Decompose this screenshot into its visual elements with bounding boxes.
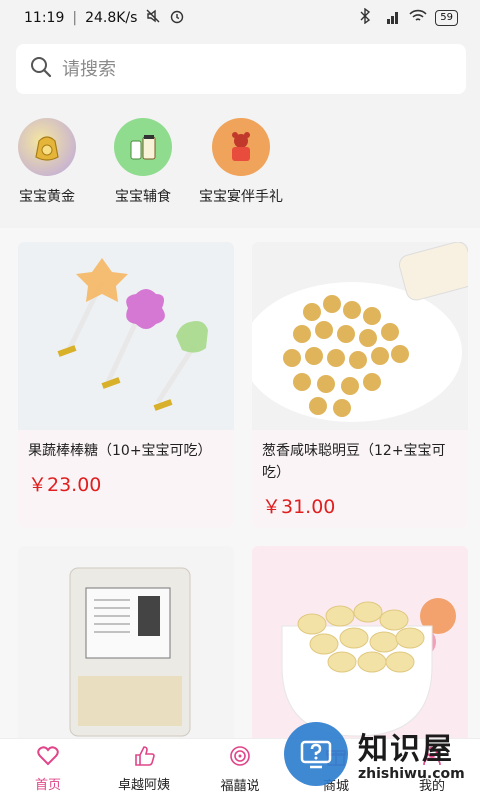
watermark-title: 知识屋 [358,732,454,767]
product-price: ￥31.00 [262,496,336,518]
nav-excellent-nanny[interactable]: 卓越阿姨 [96,739,192,800]
product-image-smart-beans [252,242,468,430]
product-price: ￥23.00 [28,474,102,496]
product-card[interactable]: 葱香咸味聪明豆（12+宝宝可吃） ￥31.00 [252,242,468,528]
search-bar[interactable] [16,44,466,94]
heart-icon [37,746,59,770]
wifi-icon [409,9,427,27]
status-left: 11:19 | 24.8K/s [24,8,185,28]
product-info: 果蔬棒棒糖（10+宝宝可吃） ￥23.00 [18,430,234,528]
cell-signal-icon [379,10,401,27]
baby-food-icon [114,118,172,176]
search-icon[interactable] [30,56,52,82]
network-speed: 24.8K/s [85,10,138,26]
product-name: 果蔬棒棒糖（10+宝宝可吃） [28,443,212,459]
category-label: 宝宝辅食 [115,189,171,205]
nav-label: 卓越阿姨 [117,778,170,793]
product-card[interactable] [18,546,234,738]
product-name: 葱香咸味聪明豆（12+宝宝可吃） [262,443,446,481]
product-info: 葱香咸味聪明豆（12+宝宝可吃） ￥31.00 [252,430,468,528]
category-label: 宝宝宴伴手礼 [199,189,283,205]
product-grid: 果蔬棒棒糖（10+宝宝可吃） ￥23.00 葱香咸味聪明豆（12+宝宝可吃） ￥… [0,228,480,738]
category-row: 宝宝黄金 宝宝辅食 宝宝宴伴手礼 [0,110,480,220]
watermark: 知识屋 zhishiwu.com [282,700,480,800]
question-monitor-icon [284,722,348,786]
category-baby-banquet-gift[interactable]: 宝宝宴伴手礼 [196,118,286,206]
search-input[interactable] [62,58,442,80]
gift-bear-icon [212,118,270,176]
alarm-icon [169,8,185,28]
category-baby-gold[interactable]: 宝宝黄金 [18,118,76,206]
category-label: 宝宝黄金 [19,189,75,205]
product-image-biscuit-box [18,546,234,738]
category-baby-food[interactable]: 宝宝辅食 [114,118,172,206]
mute-icon [145,8,161,28]
watermark-url: zhishiwu.com [358,766,465,782]
nav-label: 福囍说 [220,779,260,794]
status-time: 11:19 [24,10,65,26]
nav-fuxi-talk[interactable]: 福囍说 [192,739,288,800]
product-card[interactable]: 果蔬棒棒糖（10+宝宝可吃） ￥23.00 [18,242,234,528]
status-bar: 11:19 | 24.8K/s 59 [0,0,480,36]
status-right: 59 [359,7,458,28]
product-image-lollipops [18,242,234,430]
nav-home[interactable]: 首页 [0,739,96,800]
thumbs-up-icon [133,746,155,770]
bluetooth-icon [359,7,371,28]
target-icon [229,745,251,771]
nav-label: 首页 [34,778,61,793]
battery-indicator: 59 [435,10,458,26]
gold-fortune-bag-icon [18,118,76,176]
